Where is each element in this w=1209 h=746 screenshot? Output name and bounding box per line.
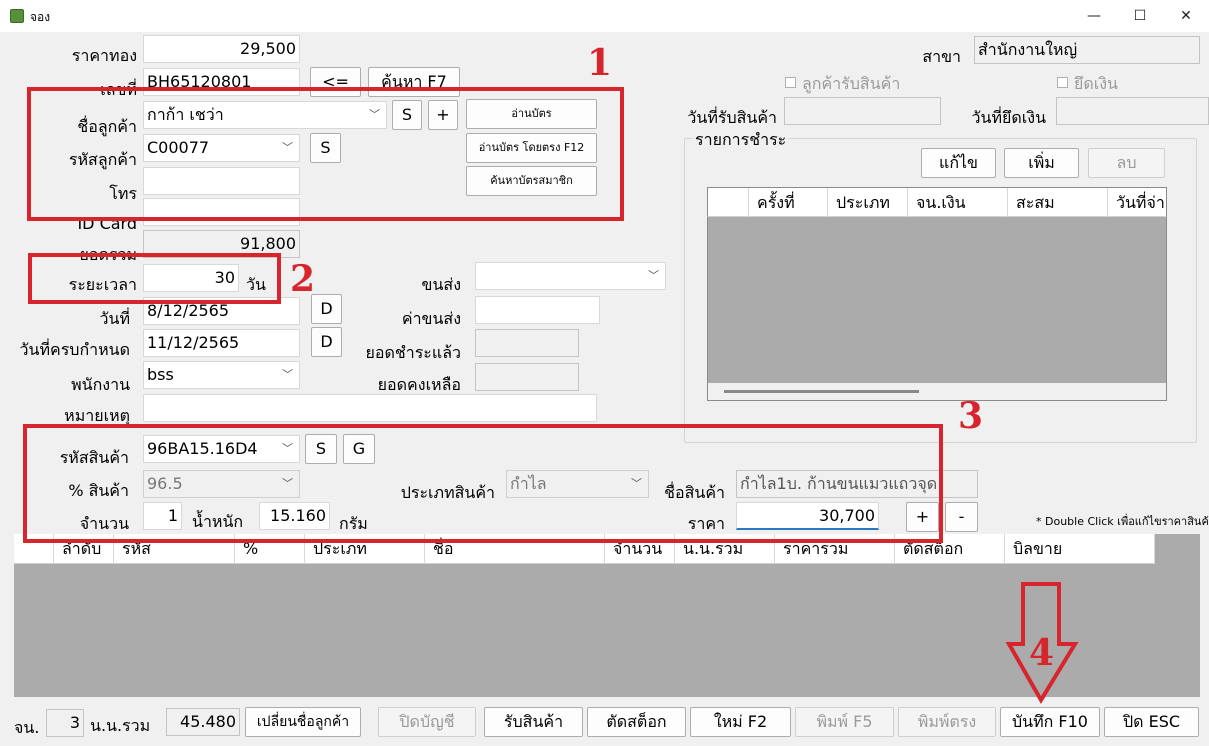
total-weight-label: น.น.รวม	[90, 716, 151, 735]
remaining-field	[475, 363, 579, 391]
maximize-button[interactable]: ☐	[1117, 0, 1163, 32]
annotation-number-2: 2	[290, 258, 316, 300]
total-weight-field: 45.480	[166, 708, 240, 736]
payments-col-type[interactable]: ประเภท	[828, 188, 908, 218]
due-date-field[interactable]: 11/12/2565	[143, 329, 300, 357]
annotation-box-3	[23, 424, 943, 543]
payments-col-amount[interactable]: จน.เงิน	[908, 188, 1008, 218]
seize-checkbox[interactable]: ยึดเงิน	[1057, 72, 1118, 97]
annotation-number-3: 3	[958, 395, 984, 437]
price-edit-note: * Double Click เพื่อแก้ไขราคาสินค้า	[1036, 515, 1209, 528]
change-customer-name-button[interactable]: เปลี่ยนชื่อลูกค้า	[245, 707, 361, 737]
shipping-cost-label: ค่าขนส่ง	[401, 309, 461, 328]
chevron-down-icon: ﹀	[282, 368, 293, 381]
title-bar: จอง — ☐ ✕	[0, 0, 1209, 32]
staff-combo[interactable]: bss ﹀	[143, 361, 300, 389]
gold-price-label: ราคาทอง	[71, 46, 137, 65]
payments-row-header	[708, 188, 749, 218]
due-date-label: วันที่ครบกำหนด	[19, 340, 130, 359]
remaining-label: ยอดคงเหลือ	[377, 375, 461, 394]
price-minus-button[interactable]: -	[945, 502, 978, 532]
branch-label: สาขา	[922, 47, 961, 66]
due-date-picker-button[interactable]: D	[311, 327, 342, 357]
print-button[interactable]: พิมพ์ F5	[795, 707, 894, 737]
checkbox-box	[1057, 77, 1068, 88]
payments-grid-body[interactable]	[707, 217, 1167, 401]
payments-col-accum[interactable]: สะสม	[1008, 188, 1108, 218]
count-field: 3	[46, 709, 84, 737]
minimize-button[interactable]: —	[1071, 0, 1117, 32]
shipping-cost-field[interactable]	[475, 296, 600, 324]
staff-label: พนักงาน	[71, 375, 130, 394]
payments-col-round[interactable]: ครั้งที่	[749, 188, 828, 218]
seize-date-label: วันที่ยึดเงิน	[971, 108, 1046, 127]
payments-scroll-thumb[interactable]	[724, 390, 919, 393]
close-window-button[interactable]: ✕	[1163, 0, 1209, 32]
customer-receive-checkbox[interactable]: ลูกค้ารับสินค้า	[785, 72, 900, 97]
payments-title: รายการชำระ	[693, 128, 789, 153]
payment-edit-button[interactable]: แก้ไข	[921, 148, 996, 178]
cut-stock-button[interactable]: ตัดสต็อก	[587, 707, 686, 737]
seize-date-field	[1056, 97, 1209, 125]
window-title: จอง	[30, 10, 51, 24]
receive-date-field	[784, 97, 941, 125]
payment-add-button[interactable]: เพิ่ม	[1004, 148, 1079, 178]
payments-grid-header: ครั้งที่ ประเภท จน.เงิน สะสม วันที่จ่าย	[707, 187, 1167, 218]
paid-field	[475, 329, 579, 357]
shipping-combo[interactable]: ﹀	[475, 262, 666, 290]
seize-label: ยึดเงิน	[1074, 74, 1118, 93]
paid-label: ยอดชำระแล้ว	[365, 343, 461, 362]
payments-scrollbar[interactable]	[708, 383, 1166, 400]
date-picker-button[interactable]: D	[311, 294, 342, 324]
print-direct-button[interactable]: พิมพ์ตรง	[898, 707, 996, 737]
app-icon	[10, 9, 24, 23]
chevron-down-icon: ﹀	[648, 269, 659, 282]
payment-delete-button[interactable]: ลบ	[1088, 148, 1165, 178]
items-header-filler	[1155, 534, 1200, 564]
checkbox-box	[785, 77, 796, 88]
save-button[interactable]: บันทึก F10	[1000, 707, 1100, 737]
annotation-number-1: 1	[587, 42, 613, 84]
receive-goods-button[interactable]: รับสินค้า	[484, 707, 583, 737]
branch-field: สำนักงานใหญ่	[974, 36, 1200, 64]
close-esc-button[interactable]: ปิด ESC	[1104, 707, 1199, 737]
count-label: จน.	[14, 718, 40, 737]
gold-price-field[interactable]: 29,500	[143, 35, 300, 63]
annotation-box-1	[27, 87, 624, 221]
remark-field[interactable]	[143, 394, 597, 422]
customer-receive-label: ลูกค้ารับสินค้า	[802, 74, 901, 93]
shipping-label: ขนส่ง	[421, 275, 461, 294]
close-account-button[interactable]: ปิดบัญชี	[378, 707, 476, 737]
annotation-number-4: 4	[1029, 632, 1055, 674]
new-button[interactable]: ใหม่ F2	[690, 707, 791, 737]
items-col-sale-bill[interactable]: บิลขาย	[1005, 534, 1155, 564]
staff-value: bss	[147, 365, 174, 384]
annotation-box-2	[28, 253, 281, 304]
date-label: วันที่	[99, 309, 130, 328]
payments-col-paydate[interactable]: วันที่จ่าย	[1108, 188, 1166, 218]
